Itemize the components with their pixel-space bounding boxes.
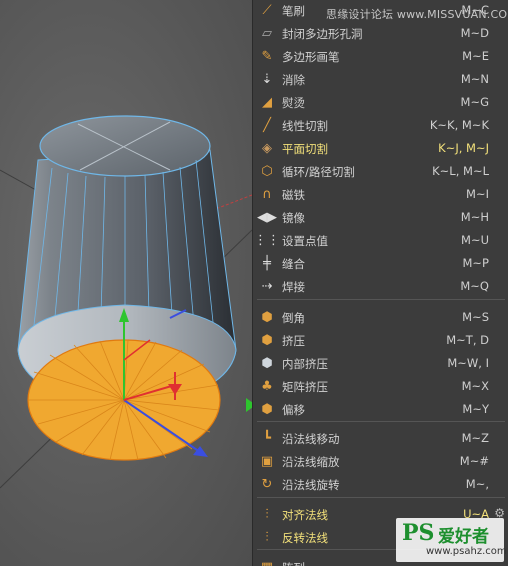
normal-move-icon: ┗ xyxy=(263,430,271,446)
menu-item-shortcut: K~L, M~L xyxy=(432,164,489,178)
brush-icon: ⟋ xyxy=(262,2,272,18)
watermark-top: 思缘设计论坛 www.MISSVUAN.COM xyxy=(326,8,508,21)
menu-item-label: 倒角 xyxy=(282,311,305,325)
menu-item[interactable]: ⇣ 消除 M~N xyxy=(253,68,508,91)
menu-item-label: 多边形画笔 xyxy=(282,50,340,64)
watermark-logo: PS 爱好者 www.psahz.com xyxy=(396,518,507,562)
menu-item[interactable]: ⇢ 焊接 M~Q xyxy=(253,275,508,298)
menu-item[interactable]: ✎ 多边形画笔 M~E xyxy=(253,45,508,68)
menu-item-label: 焊接 xyxy=(282,280,305,294)
menu-item[interactable]: ⬢ 偏移 M~Y xyxy=(253,398,508,421)
extrude-inner-icon: ⬢ xyxy=(261,355,273,371)
menu-item-label: 反转法线 xyxy=(282,531,328,545)
watermark-cn: 爱好者 xyxy=(438,527,489,547)
watermark-ps: PS xyxy=(402,520,435,546)
menu-item-label: 阵列 xyxy=(282,560,305,566)
menu-item-shortcut: M~I xyxy=(466,187,489,201)
menu-item[interactable]: ┗ 沿法线移动 M~Z xyxy=(253,427,508,450)
menu-item-label: 对齐法线 xyxy=(282,508,328,522)
menu-item-shortcut: K~K, M~K xyxy=(429,118,489,132)
menu-item-label: 沿法线旋转 xyxy=(282,478,340,492)
menu-separator xyxy=(257,497,505,498)
reverse-normals-icon: ⫶ xyxy=(265,529,269,545)
menu-item-shortcut: M~D xyxy=(460,26,489,40)
menu-item-label: 磁铁 xyxy=(282,188,305,202)
iron-icon: ◢ xyxy=(262,94,272,110)
menu-item[interactable]: ⬢ 挤压 M~T, D xyxy=(253,329,508,352)
menu-separator xyxy=(257,421,505,422)
menu-item-shortcut: M~S xyxy=(462,310,489,324)
menu-item[interactable]: ◀▶ 镜像 M~H xyxy=(253,206,508,229)
menu-item-label: 镜像 xyxy=(282,211,305,225)
line-cut-icon: ╱ xyxy=(263,117,271,133)
menu-item-label: 缝合 xyxy=(282,257,305,271)
polygon-pen-icon: ✎ xyxy=(261,48,273,64)
3d-viewport[interactable] xyxy=(0,0,252,566)
dissolve-icon: ⇣ xyxy=(261,71,273,87)
menu-item-label: 内部挤压 xyxy=(282,357,328,371)
menu-item[interactable]: ▣ 沿法线缩放 M~# xyxy=(253,450,508,473)
extrude-icon: ⬢ xyxy=(261,332,273,348)
menu-item-shortcut: M~E xyxy=(462,49,489,63)
menu-item-label: 笔刷 xyxy=(282,4,305,18)
offset-icon: ⬢ xyxy=(261,401,273,417)
watermark-url: www.psahz.com xyxy=(426,546,507,557)
menu-item-label: 挤压 xyxy=(282,334,305,348)
viewport-scene xyxy=(0,115,252,489)
menu-item-shortcut: M~P xyxy=(462,256,490,270)
menu-item-label: 矩阵挤压 xyxy=(282,380,328,394)
weld-icon: ⇢ xyxy=(261,278,273,294)
mesh-tools-menu: ⟋ 笔刷 M~C ▱ 封闭多边形孔洞 M~D ✎ 多边形画笔 M~E ⇣ 消除 M~N ◢ 熨烫 M~G ╱ 线… xyxy=(252,0,508,566)
normal-rotate-icon: ↻ xyxy=(261,476,273,492)
set-point-value-icon: ⋮⋮ xyxy=(254,232,280,248)
magnet-icon: ∩ xyxy=(262,186,272,202)
menu-item-shortcut: M~, xyxy=(465,477,489,491)
menu-item-shortcut: M~G xyxy=(460,95,489,109)
menu-item[interactable]: ⬢ 倒角 M~S xyxy=(253,306,508,329)
menu-item[interactable]: ╪ 缝合 M~P xyxy=(253,252,508,275)
stitch-icon: ╪ xyxy=(263,255,271,271)
menu-item-shortcut: M~# xyxy=(459,454,489,468)
menu-item[interactable]: ◢ 熨烫 M~G xyxy=(253,91,508,114)
menu-item-label: 平面切割 xyxy=(282,142,328,156)
matrix-extrude-icon: ♣ xyxy=(261,378,273,394)
menu-item[interactable]: ⋮⋮ 设置点值 M~U xyxy=(253,229,508,252)
align-normals-icon: ⫶ xyxy=(265,506,269,522)
close-hole-icon: ▱ xyxy=(262,25,272,41)
menu-item-label: 循环/路径切割 xyxy=(282,165,355,179)
normal-scale-icon: ▣ xyxy=(260,453,274,469)
menu-item-shortcut: M~U xyxy=(461,233,489,247)
menu-item-shortcut: M~W, I xyxy=(447,356,489,370)
menu-item[interactable]: ╱ 线性切割 K~K, M~K xyxy=(253,114,508,137)
menu-item-shortcut: M~X xyxy=(461,379,489,393)
menu-item[interactable]: ▱ 封闭多边形孔洞 M~D xyxy=(253,22,508,45)
menu-item-label: 线性切割 xyxy=(282,119,328,133)
mirror-icon: ◀▶ xyxy=(257,209,277,225)
bevel-icon: ⬢ xyxy=(261,309,273,325)
menu-item-shortcut: M~T, D xyxy=(446,333,489,347)
menu-item-shortcut: M~H xyxy=(460,210,489,224)
menu-item-shortcut: M~Z xyxy=(461,431,489,445)
menu-item-label: 封闭多边形孔洞 xyxy=(282,27,363,41)
menu-item-label: 偏移 xyxy=(282,403,305,417)
menu-item-label: 消除 xyxy=(282,73,305,87)
loop-cut-icon: ⬡ xyxy=(261,163,273,179)
menu-item[interactable]: ⬢ 内部挤压 M~W, I xyxy=(253,352,508,375)
menu-item-shortcut: M~N xyxy=(460,72,489,86)
menu-item[interactable]: ∩ 磁铁 M~I xyxy=(253,183,508,206)
menu-item[interactable]: ◈ 平面切割 K~J, M~J xyxy=(253,137,508,160)
menu-item[interactable]: ⬡ 循环/路径切割 K~L, M~L xyxy=(253,160,508,183)
menu-item[interactable]: ↻ 沿法线旋转 M~, xyxy=(253,473,508,496)
menu-separator xyxy=(257,299,505,300)
menu-item-shortcut: M~Y xyxy=(462,402,489,416)
menu-item-shortcut: K~J, M~J xyxy=(438,141,489,155)
menu-item-label: 沿法线缩放 xyxy=(282,455,340,469)
menu-item-shortcut: M~Q xyxy=(460,279,489,293)
plane-cut-icon: ◈ xyxy=(262,140,272,156)
menu-item-label: 熨烫 xyxy=(282,96,305,110)
menu-item-label: 设置点值 xyxy=(282,234,328,248)
menu-item[interactable]: ♣ 矩阵挤压 M~X xyxy=(253,375,508,398)
menu-item-label: 沿法线移动 xyxy=(282,432,340,446)
array-icon: ▦ xyxy=(258,558,276,566)
